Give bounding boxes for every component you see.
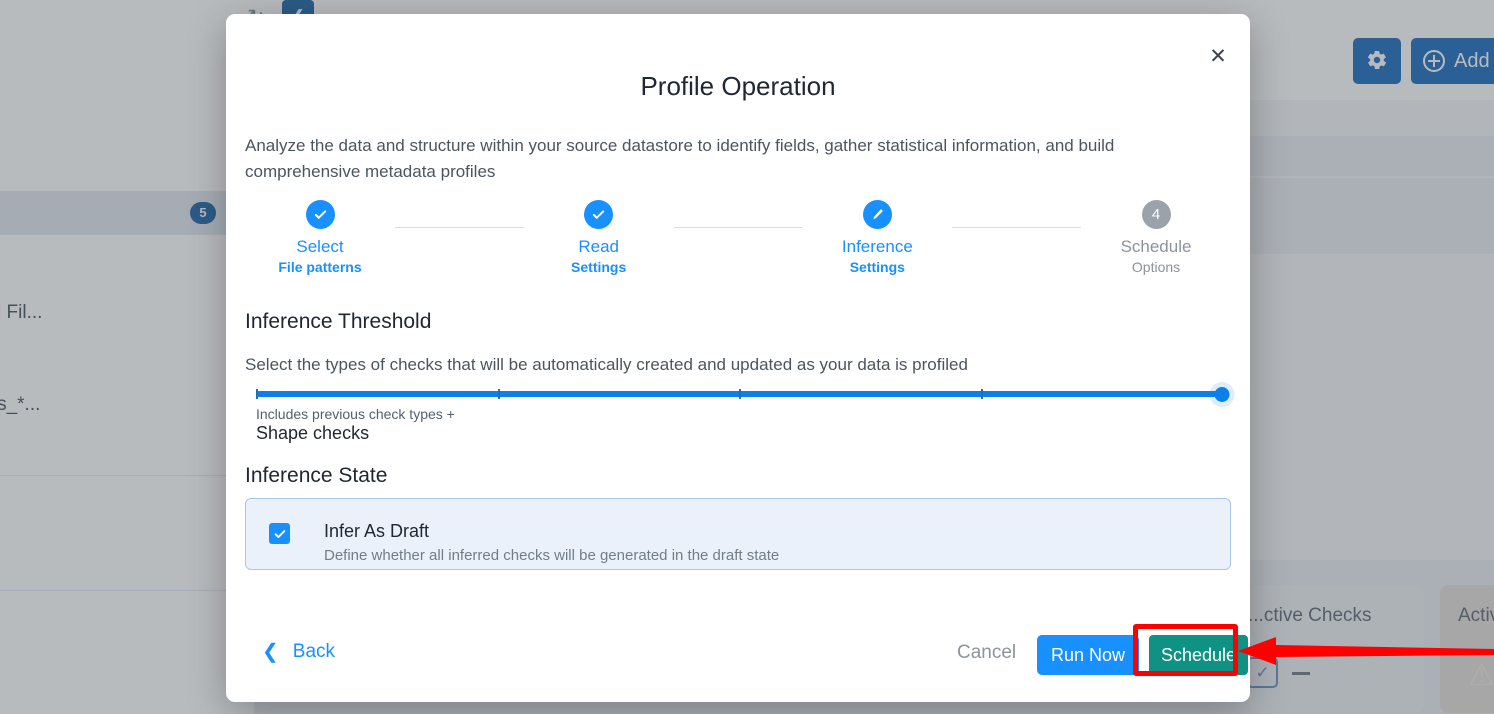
step-connector	[673, 227, 803, 228]
step-label: Schedule	[1120, 237, 1192, 256]
inference-threshold-subtext: Select the types of checks that will be …	[245, 355, 968, 374]
step-label: Select	[296, 237, 344, 256]
infer-as-draft-description: Define whether all inferred checks will …	[324, 547, 780, 564]
step-label: Inference	[841, 237, 913, 256]
slider-thumb[interactable]	[1214, 387, 1230, 402]
step-sublabel: Settings	[849, 259, 905, 275]
step-number: 4	[1141, 200, 1171, 229]
back-button-label: Back	[292, 641, 336, 662]
slider-tick	[256, 389, 258, 399]
run-now-button[interactable]: Run Now	[1037, 635, 1139, 675]
slider-tick	[497, 389, 500, 399]
infer-as-draft-checkbox[interactable]	[269, 523, 290, 544]
pencil-icon	[862, 200, 892, 229]
step-schedule-options[interactable]: 4 Schedule Options	[1081, 200, 1231, 275]
dialog-description: Analyze the data and structure within yo…	[245, 136, 1115, 181]
page-title: Profile Operation	[640, 71, 836, 101]
dialog-footer: ❮ Back Cancel Run Now Schedule	[226, 620, 1250, 702]
chevron-left-icon: ❮	[262, 641, 279, 663]
check-icon	[584, 200, 614, 229]
slider-caption-value: Shape checks	[256, 423, 370, 443]
slider-tick	[739, 389, 741, 399]
cancel-button[interactable]: Cancel	[957, 642, 1016, 664]
step-inference-settings[interactable]: Inference Settings	[802, 200, 952, 275]
check-icon	[305, 200, 335, 229]
schedule-button[interactable]: Schedule	[1149, 635, 1248, 675]
step-connector	[952, 227, 1082, 228]
back-button[interactable]: ❮ Back	[262, 641, 335, 663]
step-sublabel: Settings	[571, 259, 627, 275]
step-sublabel: File patterns	[278, 259, 362, 275]
step-read-settings[interactable]: Read Settings	[524, 200, 674, 275]
slider-caption-prefix: Includes previous check types +	[256, 406, 455, 422]
step-sublabel: Options	[1131, 259, 1181, 275]
inference-threshold-slider[interactable]	[256, 384, 1230, 408]
screen: ↻ ❮ Add ...es ...taset - Staging 5 ...k_…	[0, 0, 1494, 714]
wizard-stepper: Select File patterns Read Settings Infer…	[245, 200, 1231, 292]
step-label: Read	[578, 237, 619, 256]
inference-threshold-heading: Inference Threshold	[245, 310, 432, 333]
profile-operation-dialog: ✕ Profile Operation Analyze the data and…	[226, 14, 1250, 702]
slider-tick	[980, 389, 983, 399]
inference-state-heading: Inference State	[245, 464, 388, 487]
infer-as-draft-option[interactable]: Infer As Draft Define whether all inferr…	[245, 498, 1231, 570]
close-icon[interactable]: ✕	[1203, 42, 1233, 72]
infer-as-draft-label: Infer As Draft	[324, 521, 430, 541]
step-connector	[395, 227, 524, 228]
step-select-file-patterns[interactable]: Select File patterns	[245, 200, 395, 275]
